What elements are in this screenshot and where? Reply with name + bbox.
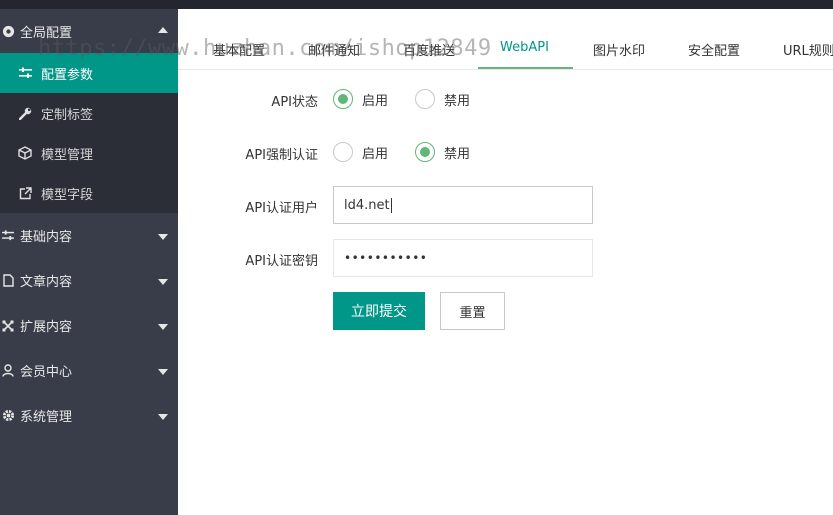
user-icon: [0, 364, 18, 377]
tab-basic-config[interactable]: 基本配置: [213, 40, 265, 59]
chevron-down-icon: [158, 413, 168, 420]
expand-icon: [0, 319, 18, 332]
api-secret-input[interactable]: •••••••••••: [333, 239, 593, 277]
external-link-icon: [17, 186, 33, 200]
sidebar-group-basic-content[interactable]: 基础内容: [0, 213, 178, 258]
sidebar-group-extend-content[interactable]: 扩展内容: [0, 303, 178, 348]
api-status-label: API状态: [271, 95, 318, 110]
sidebar-group-member-center[interactable]: 会员中心: [0, 348, 178, 393]
api-user-input[interactable]: ld4.net: [333, 186, 593, 224]
active-tab-indicator: [478, 67, 573, 69]
settings-circle-icon: [0, 25, 18, 38]
tab-image-watermark[interactable]: 图片水印: [593, 40, 645, 59]
api-user-value: ld4.net: [344, 197, 390, 213]
api-secret-value: •••••••••••: [344, 251, 428, 265]
config-tabs: 基本配置 邮件通知 百度推送 WebAPI 图片水印 安全配置 URL规则: [178, 30, 833, 70]
sidebar-item-custom-tags[interactable]: 定制标签: [0, 93, 178, 133]
tab-webapi[interactable]: WebAPI: [500, 40, 549, 55]
sidebar-submenu: 配置参数 定制标签 模型管理 模型字段: [0, 53, 178, 213]
sidebar-group-global-config[interactable]: 全局配置: [0, 9, 178, 53]
api-status-disable-radio[interactable]: 禁用: [415, 89, 470, 109]
api-status-enable-radio[interactable]: 启用: [333, 89, 388, 109]
text-cursor: [390, 197, 392, 213]
sidebar-group-system-manage[interactable]: 系统管理: [0, 393, 178, 438]
radio-checked-icon: [415, 142, 435, 162]
sidebar-group-label: 会员中心: [20, 365, 73, 380]
sidebar-group-label: 系统管理: [20, 410, 73, 425]
chevron-up-icon: [158, 27, 168, 33]
radio-label: 禁用: [444, 146, 471, 162]
radio-checked-icon: [333, 89, 353, 109]
chevron-down-icon: [158, 323, 168, 330]
sliders-icon: [17, 67, 33, 79]
chevron-down-icon: [158, 368, 168, 375]
cube-icon: [17, 146, 33, 160]
tab-security-config[interactable]: 安全配置: [688, 40, 740, 59]
api-user-label: API认证用户: [245, 201, 318, 216]
tab-url-rules[interactable]: URL规则: [783, 40, 833, 59]
sidebar-item-label: 模型管理: [41, 147, 94, 163]
radio-label: 启用: [362, 146, 389, 162]
api-auth-label: API强制认证: [245, 148, 318, 163]
api-auth-disable-radio[interactable]: 禁用: [415, 142, 470, 162]
document-icon: [0, 274, 18, 287]
top-bar: [0, 0, 833, 9]
radio-unchecked-icon: [415, 89, 435, 109]
submit-button[interactable]: 立即提交: [333, 292, 425, 330]
sliders-icon: [0, 230, 18, 241]
sidebar-group-label: 扩展内容: [20, 320, 73, 335]
sidebar-item-label: 定制标签: [41, 107, 94, 123]
api-auth-enable-radio[interactable]: 启用: [333, 142, 388, 162]
radio-unchecked-icon: [333, 142, 353, 162]
gear-icon: [0, 409, 18, 422]
tab-mail-notify[interactable]: 邮件通知: [308, 40, 360, 59]
api-secret-label: API认证密钥: [245, 254, 318, 269]
chevron-down-icon: [158, 278, 168, 285]
sidebar-item-label: 模型字段: [41, 187, 94, 203]
sidebar-item-config-params[interactable]: 配置参数: [0, 53, 178, 93]
radio-label: 启用: [362, 93, 389, 109]
radio-label: 禁用: [444, 93, 471, 109]
sidebar-item-label: 配置参数: [41, 67, 94, 83]
sidebar-item-model-manage[interactable]: 模型管理: [0, 133, 178, 173]
sidebar-group-label: 文章内容: [20, 275, 73, 290]
chevron-down-icon: [158, 233, 168, 240]
sidebar-group-article-content[interactable]: 文章内容: [0, 258, 178, 303]
tab-baidu-push[interactable]: 百度推送: [403, 40, 455, 59]
sidebar: 全局配置 配置参数 定制标签 模型管理 模型字段 基础内容 文章内容 扩展内容 …: [0, 9, 178, 515]
sidebar-item-model-fields[interactable]: 模型字段: [0, 173, 178, 213]
reset-button[interactable]: 重置: [440, 292, 505, 330]
sidebar-group-label: 全局配置: [20, 25, 73, 41]
wrench-icon: [17, 107, 33, 120]
sidebar-group-label: 基础内容: [20, 230, 73, 245]
